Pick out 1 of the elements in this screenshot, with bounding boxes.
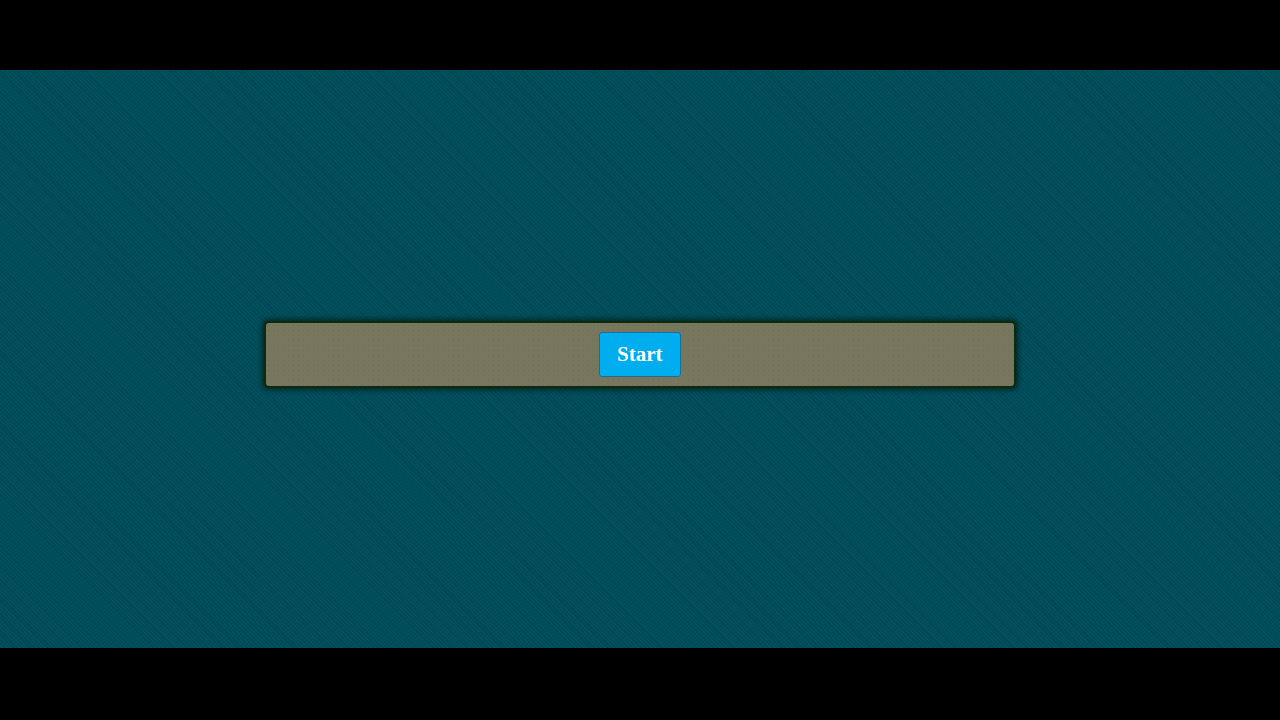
start-button[interactable]: Start <box>599 332 681 377</box>
